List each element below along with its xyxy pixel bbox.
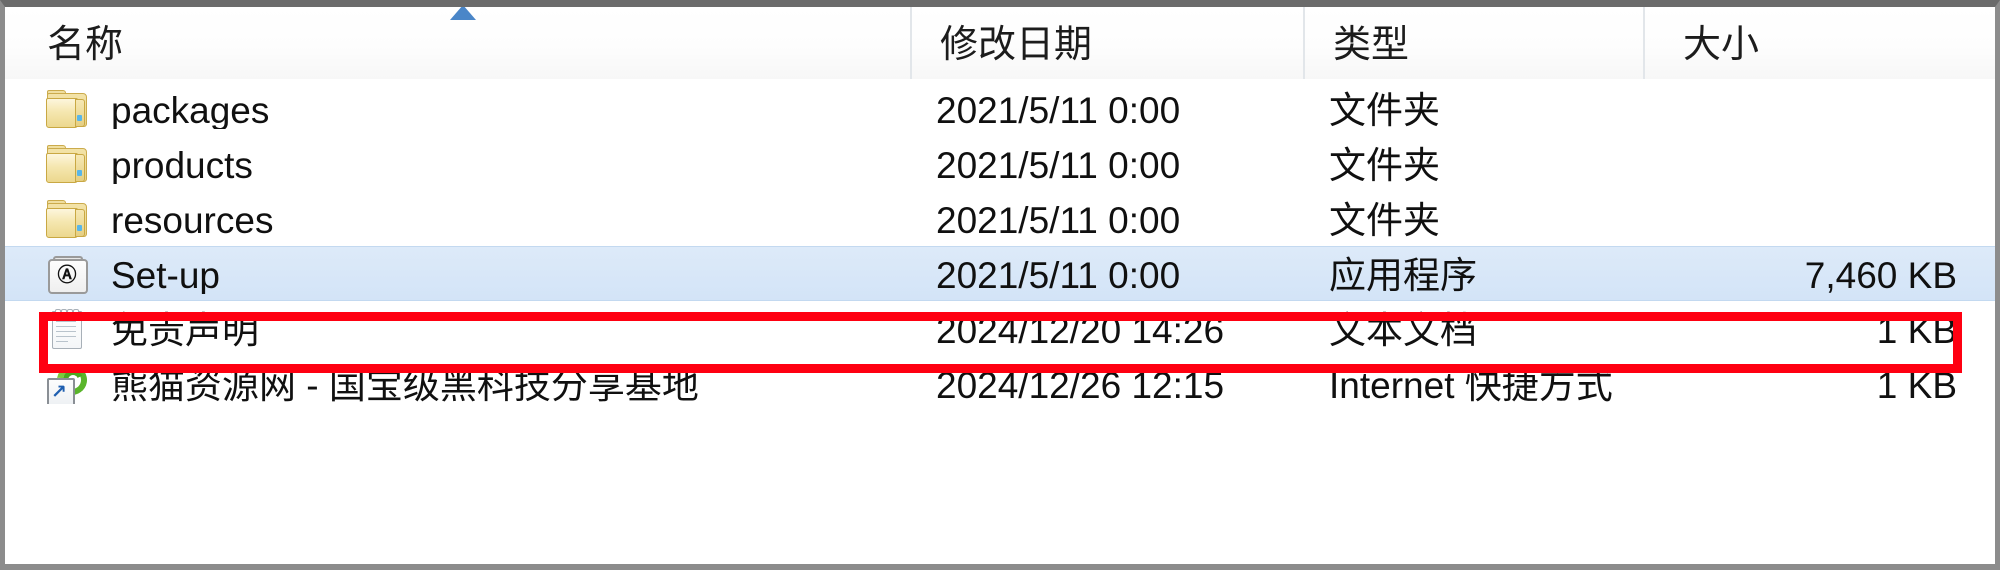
table-row[interactable]: packages 2021/5/11 0:00 文件夹	[5, 81, 1995, 136]
date-label: 2021/5/11 0:00	[936, 144, 1181, 184]
text-document-icon	[45, 308, 89, 349]
column-header-type[interactable]: 类型	[1303, 7, 1643, 79]
file-name-label: 熊猫资源网 - 国宝级黑科技分享基地	[111, 364, 699, 404]
folder-icon	[45, 199, 89, 239]
cell-size	[1643, 107, 1995, 110]
type-label: 文件夹	[1329, 144, 1440, 184]
cell-size: 7,460 KB	[1643, 254, 1995, 294]
cell-type: 文件夹	[1303, 89, 1643, 129]
cell-date-modified: 2024/12/20 14:26	[910, 309, 1303, 349]
column-header-bar: 名称 修改日期 类型 大小	[5, 7, 1995, 79]
cell-type: 文本文档	[1303, 309, 1643, 349]
cell-size	[1643, 162, 1995, 165]
file-name-label: packages	[111, 89, 270, 129]
column-header-date-modified-label: 修改日期	[940, 24, 1093, 66]
size-label: 7,460 KB	[1804, 254, 1957, 294]
column-header-size[interactable]: 大小	[1643, 7, 1995, 79]
date-label: 2021/5/11 0:00	[936, 254, 1181, 294]
cell-type: 文件夹	[1303, 199, 1643, 239]
column-header-type-label: 类型	[1333, 24, 1410, 66]
cell-size: 1 KB	[1643, 364, 1995, 404]
table-row[interactable]: ↗ 熊猫资源网 - 国宝级黑科技分享基地 2024/12/26 12:15 In…	[5, 356, 1995, 411]
cell-name: 免责声明	[5, 308, 910, 349]
application-icon-glyph: Ⓐ	[57, 263, 76, 286]
cell-name: resources	[5, 199, 910, 239]
cell-date-modified: 2021/5/11 0:00	[910, 144, 1303, 184]
type-label: Internet 快捷方式	[1329, 364, 1613, 404]
cell-type: 文件夹	[1303, 144, 1643, 184]
cell-size: 1 KB	[1643, 309, 1995, 349]
cell-type: Internet 快捷方式	[1303, 364, 1643, 404]
cell-name: packages	[5, 89, 910, 129]
cell-date-modified: 2021/5/11 0:00	[910, 254, 1303, 294]
size-label: 1 KB	[1876, 309, 1957, 349]
table-row-selected[interactable]: Ⓐ Set-up 2021/5/11 0:00 应用程序 7,460 KB	[5, 246, 1995, 301]
cell-date-modified: 2021/5/11 0:00	[910, 199, 1303, 239]
cell-size	[1643, 217, 1995, 220]
internet-shortcut-icon: ↗	[45, 363, 93, 404]
file-name-label: Set-up	[111, 254, 221, 294]
file-list[interactable]: packages 2021/5/11 0:00 文件夹 products 202…	[5, 81, 1995, 564]
date-label: 2024/12/20 14:26	[936, 309, 1225, 349]
table-row[interactable]: resources 2021/5/11 0:00 文件夹	[5, 191, 1995, 246]
cell-date-modified: 2021/5/11 0:00	[910, 89, 1303, 129]
table-row[interactable]: products 2021/5/11 0:00 文件夹	[5, 136, 1995, 191]
folder-icon	[45, 89, 89, 129]
column-header-date-modified[interactable]: 修改日期	[910, 7, 1303, 79]
column-header-name-label: 名称	[47, 24, 124, 66]
cell-type: 应用程序	[1303, 254, 1643, 294]
date-label: 2021/5/11 0:00	[936, 199, 1181, 239]
sort-ascending-arrow-icon	[450, 7, 476, 20]
cell-name: Ⓐ Set-up	[5, 254, 910, 294]
size-label: 1 KB	[1876, 364, 1957, 404]
cell-name: products	[5, 144, 910, 184]
date-label: 2021/5/11 0:00	[936, 89, 1181, 129]
file-name-label: products	[111, 144, 253, 184]
column-header-name[interactable]: 名称	[5, 7, 910, 79]
cell-name: ↗ 熊猫资源网 - 国宝级黑科技分享基地	[5, 363, 910, 404]
folder-icon	[45, 144, 89, 184]
cell-date-modified: 2024/12/26 12:15	[910, 364, 1303, 404]
type-label: 应用程序	[1329, 254, 1477, 294]
shortcut-arrow-icon: ↗	[51, 380, 67, 403]
column-header-size-label: 大小	[1683, 24, 1760, 66]
date-label: 2024/12/26 12:15	[936, 364, 1225, 404]
file-explorer-window: 名称 修改日期 类型 大小 packages 2021/5/11 0:00 文件…	[0, 0, 2000, 570]
table-row[interactable]: 免责声明 2024/12/20 14:26 文本文档 1 KB	[5, 301, 1995, 356]
file-name-label: resources	[111, 199, 274, 239]
type-label: 文本文档	[1329, 309, 1477, 349]
application-icon: Ⓐ	[45, 254, 89, 294]
header-divider	[5, 79, 1995, 80]
type-label: 文件夹	[1329, 89, 1440, 129]
file-name-label: 免责声明	[111, 309, 259, 349]
type-label: 文件夹	[1329, 199, 1440, 239]
